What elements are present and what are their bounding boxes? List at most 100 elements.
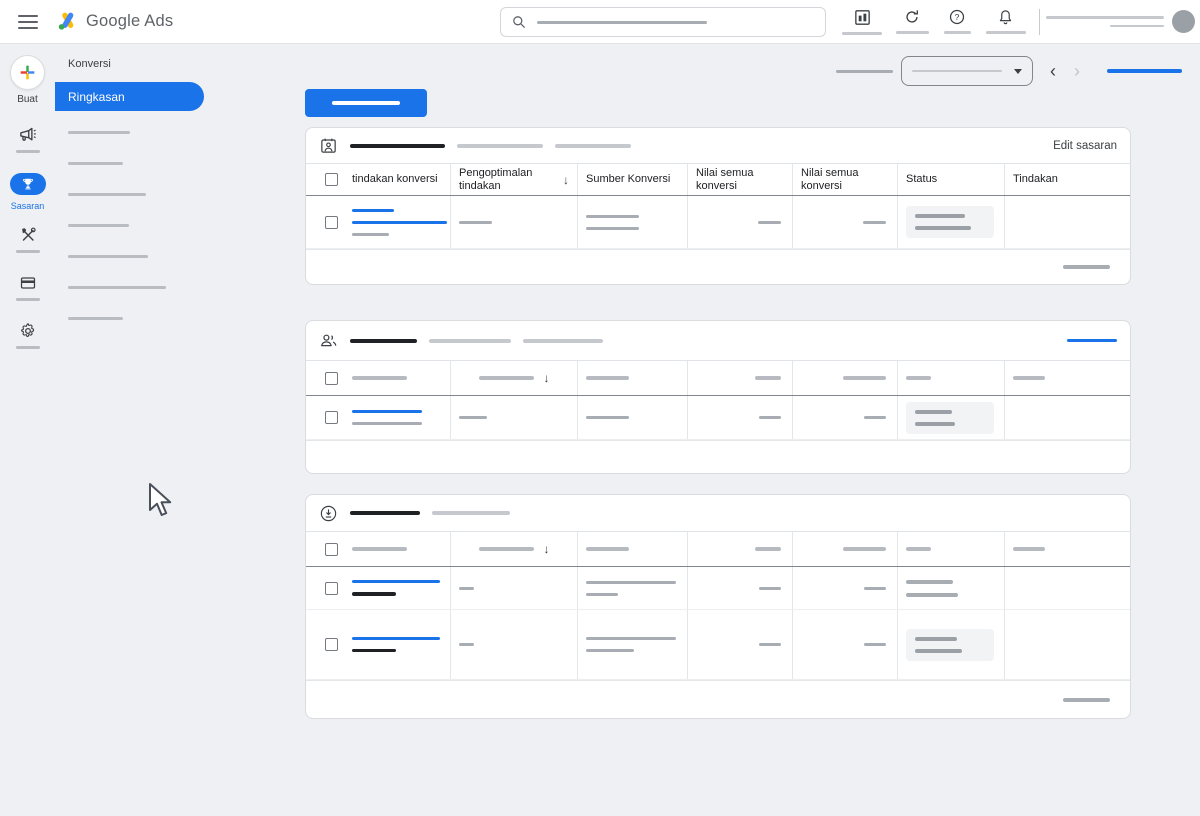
column-header-bar <box>479 376 534 380</box>
subnav-item-5[interactable] <box>55 241 230 272</box>
subnav-item-ringkasan[interactable]: Ringkasan <box>55 82 204 111</box>
rail-item-goals[interactable]: Sasaran <box>10 173 46 211</box>
cell-bar <box>864 643 886 646</box>
column-header-bar <box>479 547 534 551</box>
cell-link-bar[interactable] <box>352 221 447 224</box>
refresh-icon <box>903 8 921 26</box>
table-cell-5 <box>792 567 897 609</box>
create-button[interactable]: Buat <box>10 55 45 105</box>
card-header: Edit sasaran <box>306 128 1130 164</box>
prev-period-button[interactable]: ‹ <box>1041 59 1065 83</box>
cell-bar <box>758 221 781 224</box>
column-header-2[interactable]: ↓ <box>450 361 577 395</box>
refresh-button[interactable] <box>888 0 936 34</box>
rail-label-bar <box>16 150 40 153</box>
table-cell-6 <box>897 567 1004 609</box>
subnav-item-6[interactable] <box>55 272 230 303</box>
column-header-5[interactable]: Nilai semua konversi <box>792 164 897 195</box>
menu-icon[interactable] <box>18 15 38 29</box>
cell-link-bar[interactable] <box>352 410 422 413</box>
subnav-item-4[interactable] <box>55 210 230 241</box>
rail-item-admin[interactable] <box>16 322 40 355</box>
subnav-item-bar <box>68 131 130 134</box>
table-cell-2 <box>450 396 577 439</box>
billing-icon <box>19 274 37 292</box>
card-subtitle-bar <box>555 144 631 148</box>
column-label: Sumber Konversi <box>586 173 670 186</box>
notifications-label-bar <box>986 31 1026 34</box>
column-header-6[interactable] <box>897 361 1004 395</box>
subnav-list <box>55 117 230 334</box>
row-checkbox[interactable] <box>325 173 338 186</box>
cell-link-bar[interactable] <box>352 637 440 640</box>
column-header-7[interactable] <box>1004 361 1130 395</box>
pagination-bar <box>1063 698 1110 702</box>
cell-bar <box>759 643 781 646</box>
rail-item-billing[interactable] <box>16 274 40 307</box>
row-checkbox[interactable] <box>325 216 338 229</box>
rail-item-tools[interactable] <box>16 226 40 259</box>
row-checkbox[interactable] <box>325 372 338 385</box>
rail-item-campaigns[interactable] <box>16 125 40 158</box>
cell-bar <box>459 587 474 590</box>
column-header-bar <box>1013 547 1045 551</box>
card-action-link-bar[interactable] <box>1067 339 1117 343</box>
column-header-6[interactable] <box>897 532 1004 566</box>
new-conversion-button[interactable] <box>305 89 427 117</box>
column-header-1[interactable] <box>344 532 450 566</box>
row-checkbox[interactable] <box>325 411 338 424</box>
avatar[interactable] <box>1172 10 1195 33</box>
date-range-select[interactable] <box>901 56 1033 86</box>
column-header-bar <box>843 376 886 380</box>
subnav-item-2[interactable] <box>55 148 230 179</box>
reports-icon <box>853 8 872 27</box>
cell-link-bar[interactable] <box>352 209 394 212</box>
next-period-button[interactable]: › <box>1065 59 1089 83</box>
column-header-1[interactable]: tindakan konversi <box>344 164 450 195</box>
column-header-5[interactable] <box>792 532 897 566</box>
goals-trophy-icon <box>21 177 35 191</box>
reports-button[interactable] <box>836 0 888 35</box>
row-checkbox[interactable] <box>325 543 338 556</box>
column-header-7[interactable] <box>1004 532 1130 566</box>
cell-link-bar[interactable] <box>352 580 440 583</box>
subnav-item-1[interactable] <box>55 117 230 148</box>
column-header-4[interactable] <box>687 532 792 566</box>
cell-bar <box>352 233 389 236</box>
column-header-5[interactable] <box>792 361 897 395</box>
card-footer <box>306 680 1130 718</box>
column-header-3[interactable] <box>577 532 687 566</box>
column-header-7[interactable]: Tindakan <box>1004 164 1130 195</box>
edit-goal-link[interactable]: Edit sasaran <box>1053 140 1117 152</box>
create-label: Buat <box>17 94 38 105</box>
column-header-4[interactable]: Nilai semua konversi <box>687 164 792 195</box>
column-header-1[interactable] <box>344 361 450 395</box>
column-label: Nilai semua konversi <box>801 167 886 193</box>
cell-bar <box>459 643 474 646</box>
subnav-item-7[interactable] <box>55 303 230 334</box>
column-header-3[interactable]: Sumber Konversi <box>577 164 687 195</box>
sort-arrow-icon: ↓ <box>544 371 550 385</box>
google-ads-logo: Google Ads <box>55 10 173 33</box>
row-checkbox[interactable] <box>325 638 338 651</box>
notifications-button[interactable] <box>978 0 1033 34</box>
table-cell-1 <box>344 610 450 679</box>
table-cell-5 <box>792 196 897 248</box>
table-row <box>306 396 1130 440</box>
toolbar-link-bar[interactable] <box>1107 69 1182 73</box>
column-header-6[interactable]: Status <box>897 164 1004 195</box>
table-cell-5 <box>792 610 897 679</box>
column-header-4[interactable] <box>687 361 792 395</box>
search-input[interactable] <box>500 7 826 37</box>
cell-bar <box>459 416 487 419</box>
column-header-3[interactable] <box>577 361 687 395</box>
account-info[interactable] <box>1046 0 1195 33</box>
subnav-item-3[interactable] <box>55 179 230 210</box>
row-checkbox[interactable] <box>325 582 338 595</box>
column-header-2[interactable]: ↓ <box>450 532 577 566</box>
cell-bar <box>352 592 396 596</box>
help-button[interactable]: ? <box>936 0 978 34</box>
appbar-actions: ? <box>836 0 1195 44</box>
column-header-2[interactable]: Pengoptimalan tindakan↓ <box>450 164 577 195</box>
card-subtitle-bar <box>429 339 511 343</box>
